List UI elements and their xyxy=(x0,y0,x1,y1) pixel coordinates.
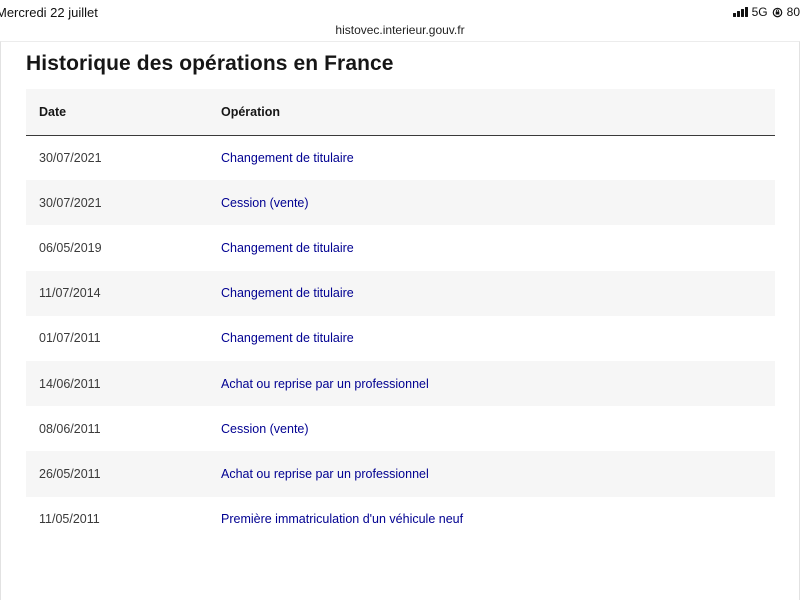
address-bar[interactable]: histovec.interieur.gouv.fr xyxy=(0,23,800,37)
row-operation-link[interactable]: Cession (vente) xyxy=(208,406,775,451)
status-bar: Mercredi 22 juillet 5G 80 xyxy=(0,0,800,24)
row-operation-link[interactable]: Cession (vente) xyxy=(208,180,775,225)
table-row: 14/06/2011 Achat ou reprise par un profe… xyxy=(26,360,775,407)
row-date: 01/07/2011 xyxy=(39,331,101,346)
row-date: 08/06/2011 xyxy=(39,421,101,436)
table-row: 11/07/2014 Changement de titulaire xyxy=(26,270,775,316)
network-type: 5G xyxy=(751,5,768,19)
row-operation-link[interactable]: Changement de titulaire xyxy=(208,225,775,270)
page-title: Historique des opérations en France xyxy=(26,52,394,75)
operations-table: Date Opération 30/07/2021 Changement de … xyxy=(26,89,775,542)
table-row: 26/05/2011 Achat ou reprise par un profe… xyxy=(26,451,775,497)
row-date: 11/05/2011 xyxy=(39,512,100,527)
row-operation-link[interactable]: Achat ou reprise par un professionnel xyxy=(208,451,775,496)
row-operation-link[interactable]: Première immatriculation d'un véhicule n… xyxy=(208,497,775,542)
table-row: 30/07/2021 Changement de titulaire xyxy=(26,135,775,180)
row-date: 30/07/2021 xyxy=(39,195,102,210)
table-row: 11/05/2011 Première immatriculation d'un… xyxy=(26,497,775,542)
orientation-lock-icon xyxy=(772,7,782,17)
row-date: 26/05/2011 xyxy=(39,466,101,481)
table-row: 01/07/2011 Changement de titulaire xyxy=(26,316,775,361)
row-date: 14/06/2011 xyxy=(39,376,101,391)
row-date: 11/07/2014 xyxy=(39,286,101,301)
row-operation-link[interactable]: Achat ou reprise par un professionnel xyxy=(208,361,775,406)
status-time: Mercredi 22 juillet xyxy=(0,5,98,20)
battery-level: 80 xyxy=(786,5,800,19)
status-indicators: 5G 80 xyxy=(732,5,800,19)
row-date: 06/05/2019 xyxy=(39,240,102,255)
row-operation-link[interactable]: Changement de titulaire xyxy=(208,271,775,316)
row-operation-link[interactable]: Changement de titulaire xyxy=(208,135,775,180)
column-header-date: Date xyxy=(26,89,208,136)
table-row: 30/07/2021 Cession (vente) xyxy=(26,180,775,226)
row-operation-link[interactable]: Changement de titulaire xyxy=(208,316,775,361)
table-row: 06/05/2019 Changement de titulaire xyxy=(26,225,775,270)
row-date: 30/07/2021 xyxy=(39,150,102,165)
table-row: 08/06/2011 Cession (vente) xyxy=(26,406,775,451)
table-header-row: Date Opération xyxy=(26,89,775,136)
column-header-operation: Opération xyxy=(208,89,775,136)
cellular-signal-icon xyxy=(732,7,748,17)
